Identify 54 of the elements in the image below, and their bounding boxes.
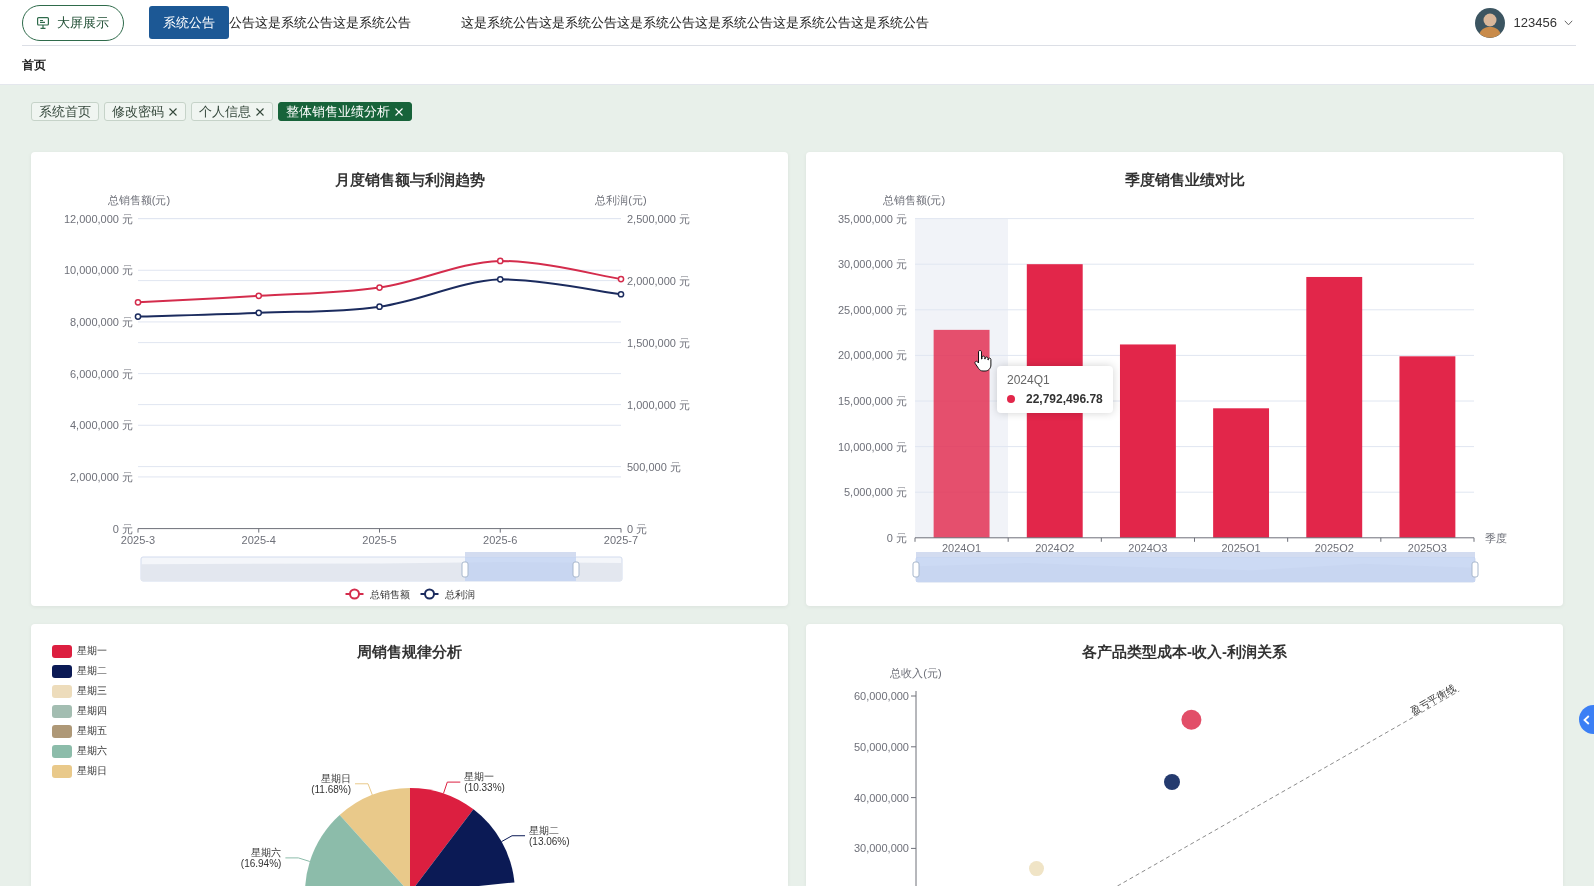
y-axis-label: 50,000,000 bbox=[853, 740, 909, 753]
y-axis-label: 0 元 bbox=[112, 522, 133, 535]
y-axis-label: 2,500,000 元 bbox=[627, 212, 690, 225]
chart-title: 季度销售业绩对比 bbox=[1124, 170, 1245, 190]
y-axis-label: 40,000,000 bbox=[853, 791, 909, 804]
x-axis-label: 2025Q2 bbox=[1314, 541, 1354, 554]
x-axis-label: 2025Q3 bbox=[1407, 541, 1447, 554]
x-axis-label: 2024Q2 bbox=[1035, 541, 1075, 554]
y-axis-label: 20,000,000 元 bbox=[837, 349, 907, 362]
y-axis-label: 500,000 元 bbox=[627, 460, 681, 473]
axis-title: 总利润(元) bbox=[595, 194, 647, 206]
line-label: 盈亏平衡线 bbox=[1408, 682, 1458, 717]
x-axis-label: 2024Q1 bbox=[942, 541, 982, 554]
y-axis-label: 1,000,000 元 bbox=[627, 398, 690, 411]
x-axis-label: 2025-7 bbox=[603, 533, 639, 546]
chart-title: 周销售规律分析 bbox=[357, 642, 462, 662]
y-axis-label: 12,000,000 元 bbox=[63, 212, 133, 225]
y-axis-label: 15,000,000 元 bbox=[837, 395, 907, 407]
y-axis-label: 0 元 bbox=[627, 522, 648, 535]
y-axis-label: 8,000,000 元 bbox=[70, 315, 133, 328]
x-axis-label: 2025-6 bbox=[483, 533, 518, 546]
axis-title: 总销售额(元) bbox=[107, 194, 171, 206]
y-axis-label: 35,000,000 元 bbox=[837, 212, 907, 225]
x-axis-label: 2025Q1 bbox=[1221, 541, 1261, 554]
y-axis-label: 30,000,000 元 bbox=[837, 258, 907, 271]
tooltip-value: 22,792,496.78 bbox=[1026, 392, 1103, 406]
axis-title: 总收入(元) bbox=[890, 667, 942, 679]
y-axis-label: 10,000,000 元 bbox=[837, 440, 907, 453]
notice-marquee-text: 公告这是系统公告这是系统公告 bbox=[229, 13, 411, 32]
y-axis-label: 1,500,000 元 bbox=[627, 336, 690, 349]
x-axis-label: 2025-5 bbox=[362, 533, 397, 546]
y-axis-label: 30,000,000 bbox=[853, 842, 909, 855]
x-axis-label: 2025-3 bbox=[120, 533, 156, 546]
y-axis-label: 25,000,000 元 bbox=[837, 303, 907, 316]
slice-label: 星期一 (10.33%) bbox=[464, 770, 505, 793]
slice-label: 星期日 (11.68%) bbox=[311, 772, 352, 795]
y-axis-label: 0 元 bbox=[886, 531, 907, 544]
y-axis-label: 2,000,000 元 bbox=[627, 274, 690, 287]
y-axis-label: 5,000,000 元 bbox=[844, 486, 907, 499]
y-axis-label: 4,000,000 元 bbox=[70, 419, 133, 432]
chart-title: 各产品类型成本-收入-利润关系 bbox=[1082, 642, 1287, 662]
x-axis-label: 2024Q3 bbox=[1128, 541, 1168, 554]
x-axis-label: 2025-4 bbox=[241, 533, 276, 546]
slice-label: 星期六 (16.94%) bbox=[240, 846, 282, 869]
axis-title: 季度 bbox=[1485, 531, 1507, 544]
tooltip-title: 2024Q1 bbox=[1007, 373, 1051, 387]
slice-label: 星期二 (13.06%) bbox=[529, 824, 570, 847]
y-axis-label: 2,000,000 元 bbox=[70, 470, 133, 483]
axis-title: 总销售额(元) bbox=[882, 194, 946, 206]
y-axis-label: 10,000,000 元 bbox=[63, 264, 133, 277]
y-axis-label: 60,000,000 bbox=[853, 690, 909, 702]
chart-title: 月度销售额与利润趋势 bbox=[334, 170, 485, 190]
notice-marquee-text: 这是系统公告这是系统公告这是系统公告这是系统公告这是系统公告这是系统公告 bbox=[461, 13, 929, 32]
y-axis-label: 6,000,000 元 bbox=[70, 367, 133, 380]
